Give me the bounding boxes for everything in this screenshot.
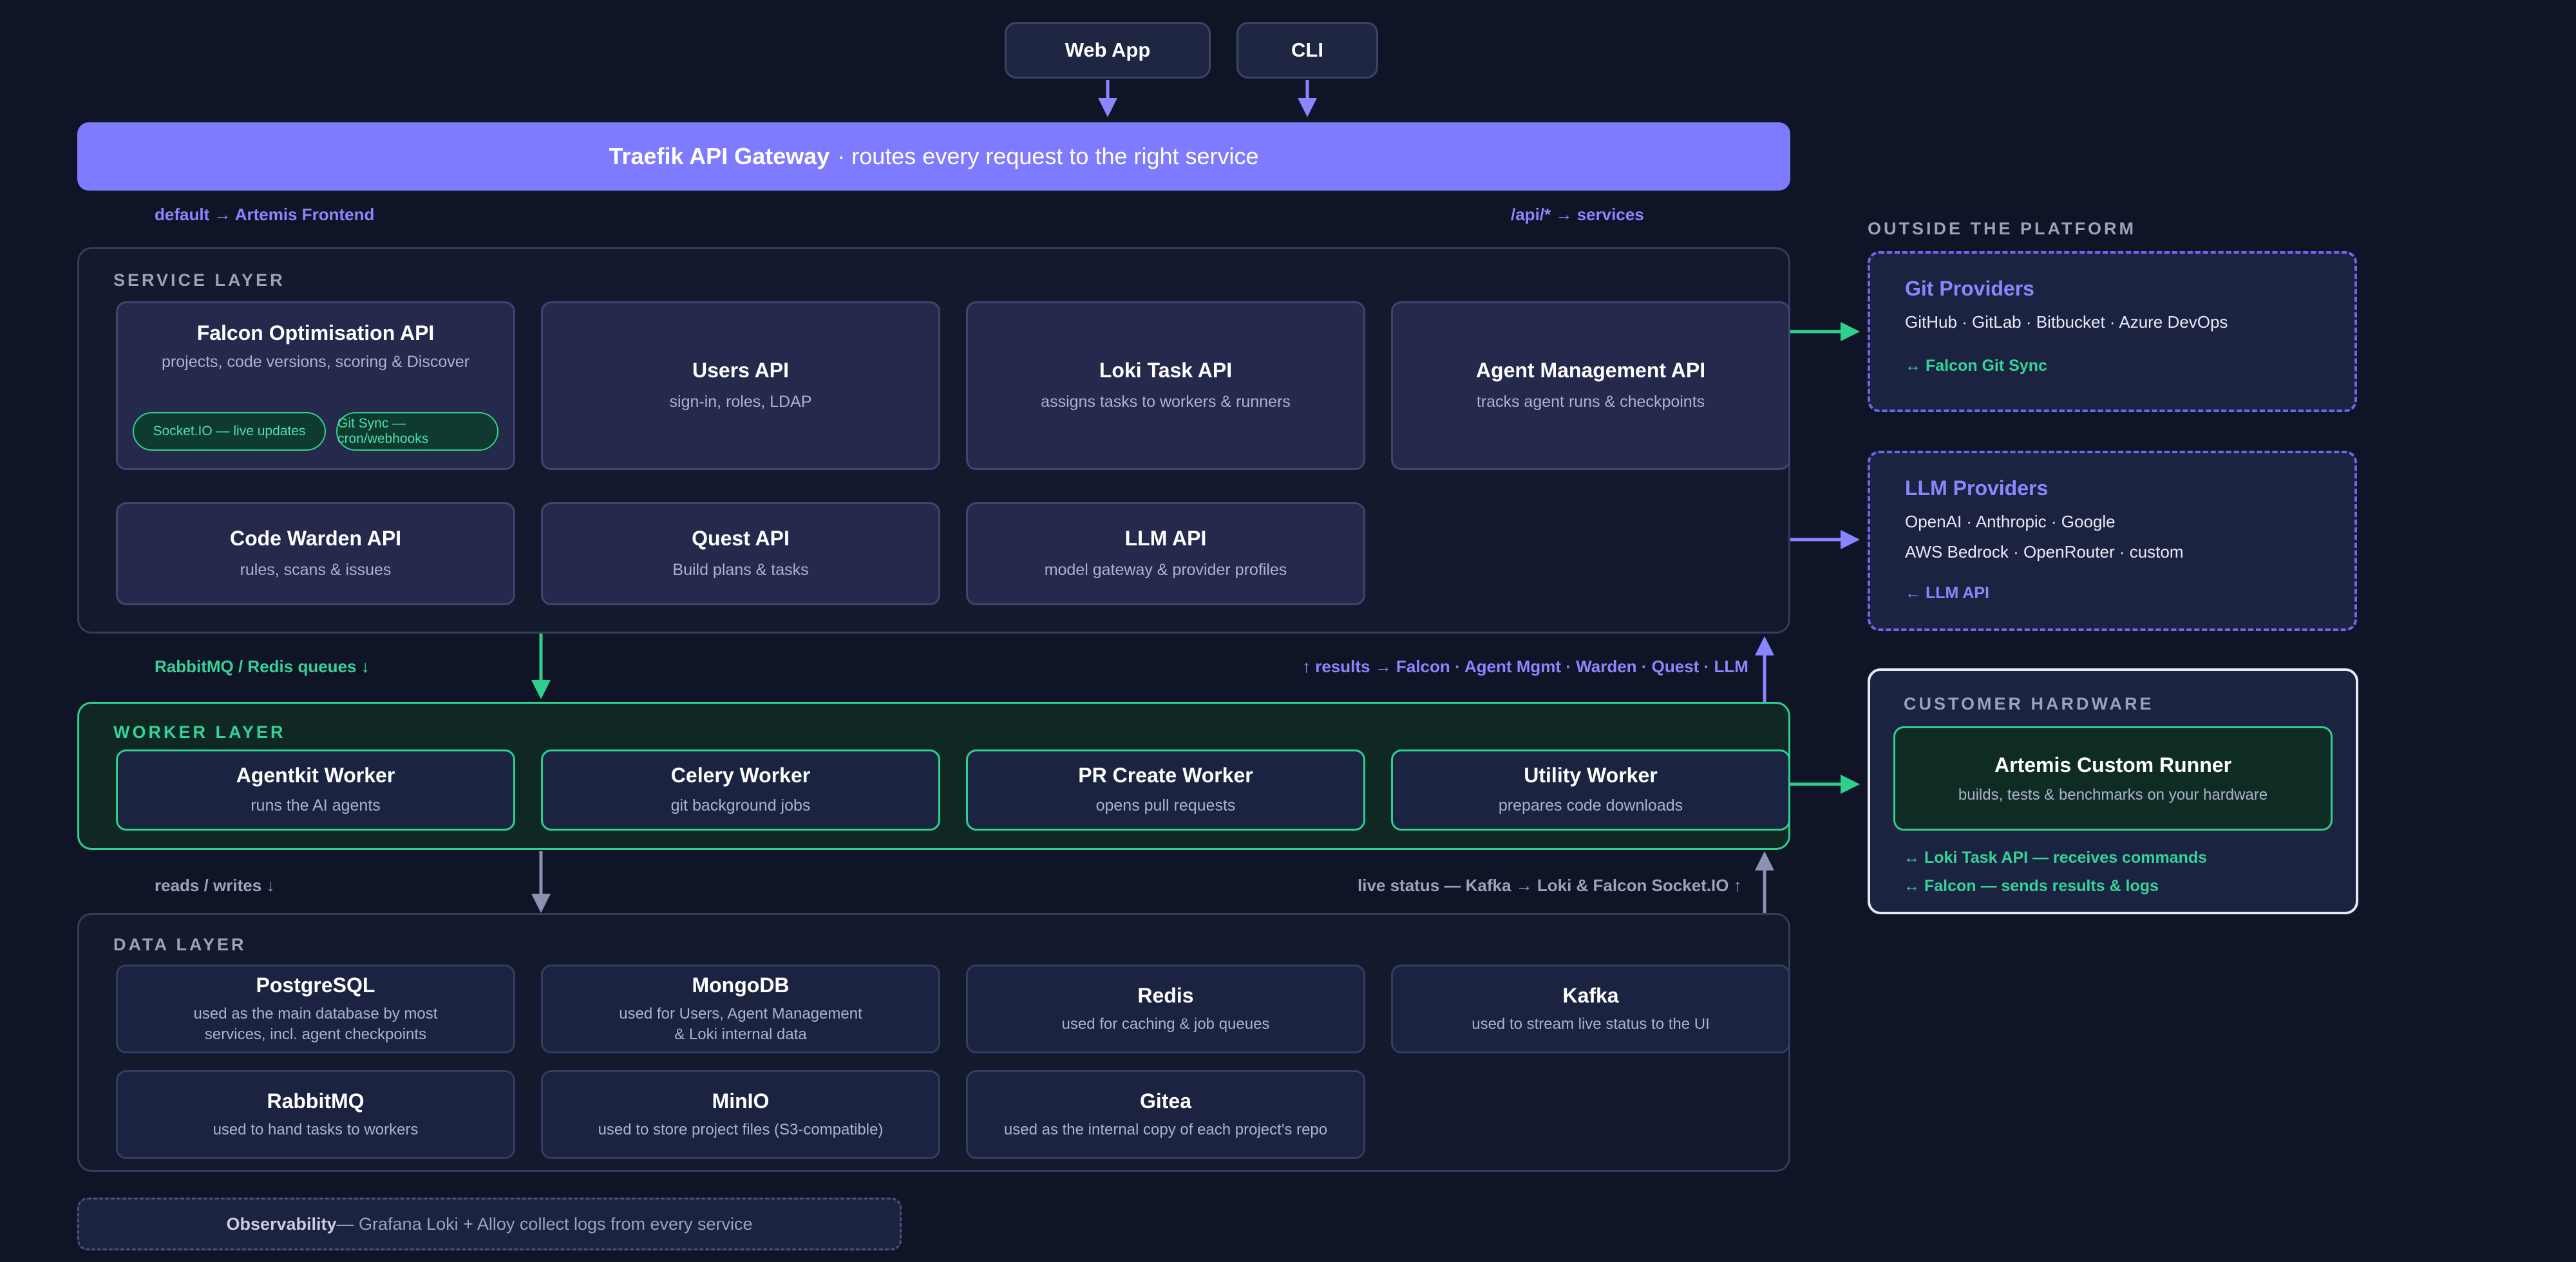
gateway-name: Traefik API Gateway bbox=[609, 143, 830, 169]
card-sub-line-1: used for Users, Agent Management bbox=[619, 1005, 862, 1023]
card-title: Code Warden API bbox=[229, 527, 402, 551]
git-sync-pill: Git Sync — cron/webhooks bbox=[336, 412, 498, 451]
artemis-runner-card: Artemis Custom Runner builds, tests & be… bbox=[1893, 726, 2333, 831]
git-providers-box: Git Providers GitHub · GitLab · Bitbucke… bbox=[1868, 251, 2357, 412]
customer-hardware-label: CUSTOMER HARDWARE bbox=[1904, 694, 2154, 713]
card-title: Redis bbox=[1137, 983, 1194, 1007]
redis-card: Redis used for caching & job queues bbox=[966, 965, 1365, 1053]
users-api-card: Users API sign-in, roles, LDAP bbox=[541, 301, 940, 470]
card-sub: rules, scans & issues bbox=[240, 561, 392, 579]
card-title: Falcon Optimisation API bbox=[196, 321, 435, 344]
card-title: PR Create Worker bbox=[1078, 764, 1253, 787]
observability-title: Observability bbox=[226, 1214, 337, 1234]
postgresql-card: PostgreSQL used as the main database by … bbox=[116, 965, 515, 1053]
card-sub-line-2: services, incl. agent checkpoints bbox=[204, 1025, 427, 1043]
outside-platform-label: OUTSIDE THE PLATFORM bbox=[1868, 219, 2136, 238]
card-title: Kafka bbox=[1562, 983, 1619, 1007]
celery-worker-card: Celery Worker git background jobs bbox=[541, 749, 940, 831]
queues-label: RabbitMQ / Redis queues ↓ bbox=[155, 657, 370, 676]
quest-api-card: Quest API Build plans & tasks bbox=[541, 502, 940, 605]
runner-sub: builds, tests & benchmarks on your hardw… bbox=[1958, 786, 2268, 804]
gitea-card: Gitea used as the internal copy of each … bbox=[966, 1070, 1365, 1159]
card-sub: sign-in, roles, LDAP bbox=[669, 393, 812, 411]
socketio-pill: Socket.IO — live updates bbox=[133, 412, 326, 451]
cli-label: CLI bbox=[1291, 39, 1323, 61]
route-api: /api/* → services bbox=[1511, 205, 1644, 224]
agent-management-api-card: Agent Management API tracks agent runs &… bbox=[1391, 301, 1790, 470]
minio-card: MinIO used to store project files (S3-co… bbox=[541, 1070, 940, 1159]
results-label: ↑ results → Falcon · Agent Mgmt · Warden… bbox=[1302, 657, 1748, 676]
card-sub: assigns tasks to workers & runners bbox=[1041, 393, 1291, 411]
llm-api-card: LLM API model gateway & provider profile… bbox=[966, 502, 1365, 605]
llm-providers-list-1: OpenAI · Anthropic · Google bbox=[1905, 512, 2116, 531]
card-sub: runs the AI agents bbox=[251, 796, 381, 815]
worker-layer-label: WORKER LAYER bbox=[113, 722, 286, 742]
card-title: MongoDB bbox=[692, 974, 790, 997]
llm-providers-list-2: AWS Bedrock · OpenRouter · custom bbox=[1905, 542, 2184, 561]
card-title: Utility Worker bbox=[1524, 764, 1658, 787]
card-title: Loki Task API bbox=[1099, 359, 1233, 382]
cli-node: CLI bbox=[1236, 22, 1378, 79]
card-title: Celery Worker bbox=[670, 764, 811, 787]
llm-providers-title: LLM Providers bbox=[1905, 476, 2049, 500]
card-sub: model gateway & provider profiles bbox=[1044, 561, 1287, 579]
card-sub-line-1: used as the main database by most bbox=[193, 1005, 438, 1023]
card-sub: git background jobs bbox=[670, 796, 811, 815]
card-title: MinIO bbox=[712, 1089, 770, 1113]
card-title: Agent Management API bbox=[1475, 359, 1706, 382]
data-layer-label: DATA LAYER bbox=[113, 935, 247, 954]
card-sub: Build plans & tasks bbox=[672, 561, 809, 579]
rabbitmq-card: RabbitMQ used to hand tasks to workers bbox=[116, 1070, 515, 1159]
card-title: Quest API bbox=[692, 527, 790, 551]
card-sub: used for caching & job queues bbox=[1061, 1015, 1270, 1033]
card-sub: prepares code downloads bbox=[1498, 796, 1683, 815]
card-sub: used to store project files (S3-compatib… bbox=[598, 1120, 884, 1138]
llm-providers-box: LLM Providers OpenAI · Anthropic · Googl… bbox=[1868, 451, 2357, 631]
mongodb-card: MongoDB used for Users, Agent Management… bbox=[541, 965, 940, 1053]
card-sub: projects, code versions, scoring & Disco… bbox=[162, 353, 469, 371]
utility-worker-card: Utility Worker prepares code downloads bbox=[1391, 749, 1790, 831]
route-default: default → Artemis Frontend bbox=[155, 205, 375, 224]
falcon-link: ↔ Falcon — sends results & logs bbox=[1904, 877, 2159, 895]
loki-link: ↔ Loki Task API — receives commands bbox=[1904, 849, 2208, 867]
card-sub: used to stream live status to the UI bbox=[1472, 1015, 1710, 1033]
code-warden-api-card: Code Warden API rules, scans & issues bbox=[116, 502, 515, 605]
agentkit-worker-card: Agentkit Worker runs the AI agents bbox=[116, 749, 515, 831]
web-app-label: Web App bbox=[1065, 39, 1151, 61]
card-title: RabbitMQ bbox=[267, 1089, 365, 1113]
card-title: Gitea bbox=[1139, 1089, 1192, 1113]
service-layer-label: SERVICE LAYER bbox=[113, 270, 285, 290]
pr-create-worker-card: PR Create Worker opens pull requests bbox=[966, 749, 1365, 831]
web-app-node: Web App bbox=[1005, 22, 1211, 79]
card-title: PostgreSQL bbox=[256, 974, 375, 997]
git-sync-link: ↔ Falcon Git Sync bbox=[1905, 357, 2047, 375]
observability-box: Observability — Grafana Loki + Alloy col… bbox=[77, 1198, 902, 1250]
kafka-card: Kafka used to stream live status to the … bbox=[1391, 965, 1790, 1053]
live-status-label: live status — Kafka → Loki & Falcon Sock… bbox=[1358, 876, 1742, 895]
card-sub: used for Users, Agent Management & Loki … bbox=[619, 1004, 862, 1044]
gateway-desc: · routes every request to the right serv… bbox=[837, 143, 1259, 169]
reads-writes-label: reads / writes ↓ bbox=[155, 876, 275, 895]
git-providers-title: Git Providers bbox=[1905, 277, 2034, 300]
card-title: Agentkit Worker bbox=[236, 764, 395, 787]
card-sub: opens pull requests bbox=[1095, 796, 1236, 815]
card-sub: used to hand tasks to workers bbox=[213, 1120, 419, 1138]
card-title: Users API bbox=[692, 359, 789, 382]
runner-title: Artemis Custom Runner bbox=[1994, 753, 2232, 777]
observability-desc: — Grafana Loki + Alloy collect logs from… bbox=[336, 1214, 753, 1234]
card-sub: tracks agent runs & checkpoints bbox=[1476, 393, 1705, 411]
card-title: LLM API bbox=[1124, 527, 1207, 551]
git-providers-list: GitHub · GitLab · Bitbucket · Azure DevO… bbox=[1905, 312, 2228, 332]
loki-task-api-card: Loki Task API assigns tasks to workers &… bbox=[966, 301, 1365, 470]
card-sub: used as the main database by most servic… bbox=[194, 1004, 438, 1044]
traefik-gateway: Traefik API Gateway · routes every reque… bbox=[77, 122, 1790, 191]
card-sub-line-2: & Loki internal data bbox=[674, 1025, 807, 1043]
card-sub: used as the internal copy of each projec… bbox=[1003, 1120, 1328, 1138]
llm-api-link: ← LLM API bbox=[1905, 584, 1990, 602]
